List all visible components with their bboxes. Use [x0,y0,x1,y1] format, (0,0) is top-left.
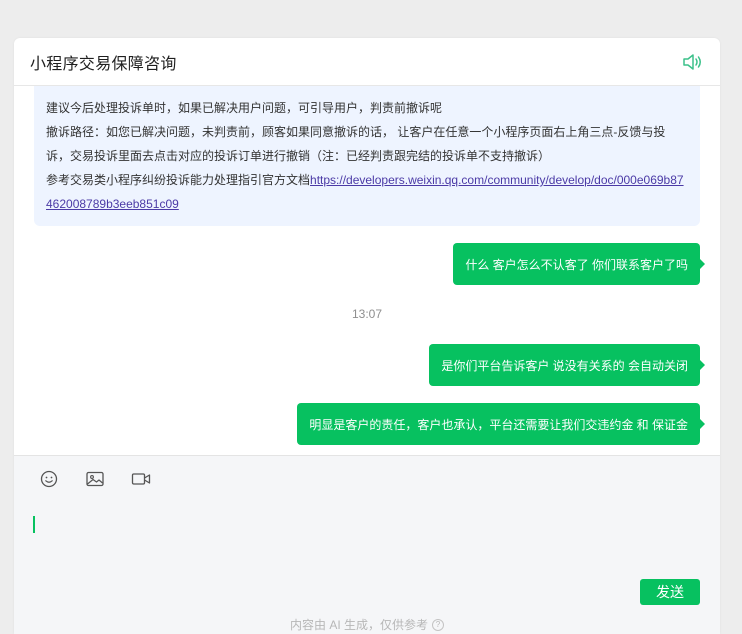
assistant-message: 建议今后处理投诉单时，如果已解决用户问题，可引导用户，判责前撤诉呢 撤诉路径：如… [34,86,700,226]
image-icon[interactable] [84,468,106,490]
message-text: 明显是客户的责任，客户也承认，平台还需要让我们交违约金 和 保证金 [309,417,688,432]
user-message-bubble: 明显是客户的责任，客户也承认，平台还需要让我们交违约金 和 保证金 [297,403,705,445]
disclaimer-text: 内容由 AI 生成，仅供参考 [289,618,428,632]
notice-line: 参考交易类小程序纠纷投诉能力处理指引官方文档https://developers… [46,168,688,216]
user-message-bubble: 什么 客户怎么不认客了 你们联系客户了吗 [453,243,705,285]
help-icon[interactable]: ? [432,618,444,631]
chat-window: 小程序交易保障咨询 建议今后处理投诉单时，如果已解决用户问题，可引导用户，判责前… [14,38,720,634]
notice-reference-label: 参考交易类小程序纠纷投诉能力处理指引官方文档 [46,173,311,187]
chat-title: 小程序交易保障咨询 [30,55,177,73]
text-input-cursor[interactable] [33,516,35,533]
message-composer: 发送 内容由 AI 生成，仅供参考 ? [14,455,720,634]
emoji-icon[interactable] [38,468,60,490]
message-text: 什么 客户怎么不认客了 你们联系客户了吗 [465,257,688,272]
composer-toolbar [14,456,720,502]
notice-line: 撤诉路径：如您已解决问题，未判责前，顾客如果同意撤诉的话， 让客户在任意一个小程… [46,125,666,163]
user-message-bubble: 是你们平台告诉客户 说没有关系的 会自动关闭 [429,344,705,386]
notice-line: 建议今后处理投诉单时，如果已解决用户问题，可引导用户，判责前撤诉呢 [46,101,443,115]
speaker-icon[interactable] [680,50,704,74]
video-icon[interactable] [130,468,152,490]
ai-disclaimer: 内容由 AI 生成，仅供参考 ? [14,616,720,633]
send-button[interactable]: 发送 [640,579,700,605]
message-text: 是你们平台告诉客户 说没有关系的 会自动关闭 [441,358,688,373]
chat-header: 小程序交易保障咨询 [14,38,720,86]
message-list[interactable]: 建议今后处理投诉单时，如果已解决用户问题，可引导用户，判责前撤诉呢 撤诉路径：如… [14,86,720,455]
message-timestamp: 13:07 [351,307,383,321]
